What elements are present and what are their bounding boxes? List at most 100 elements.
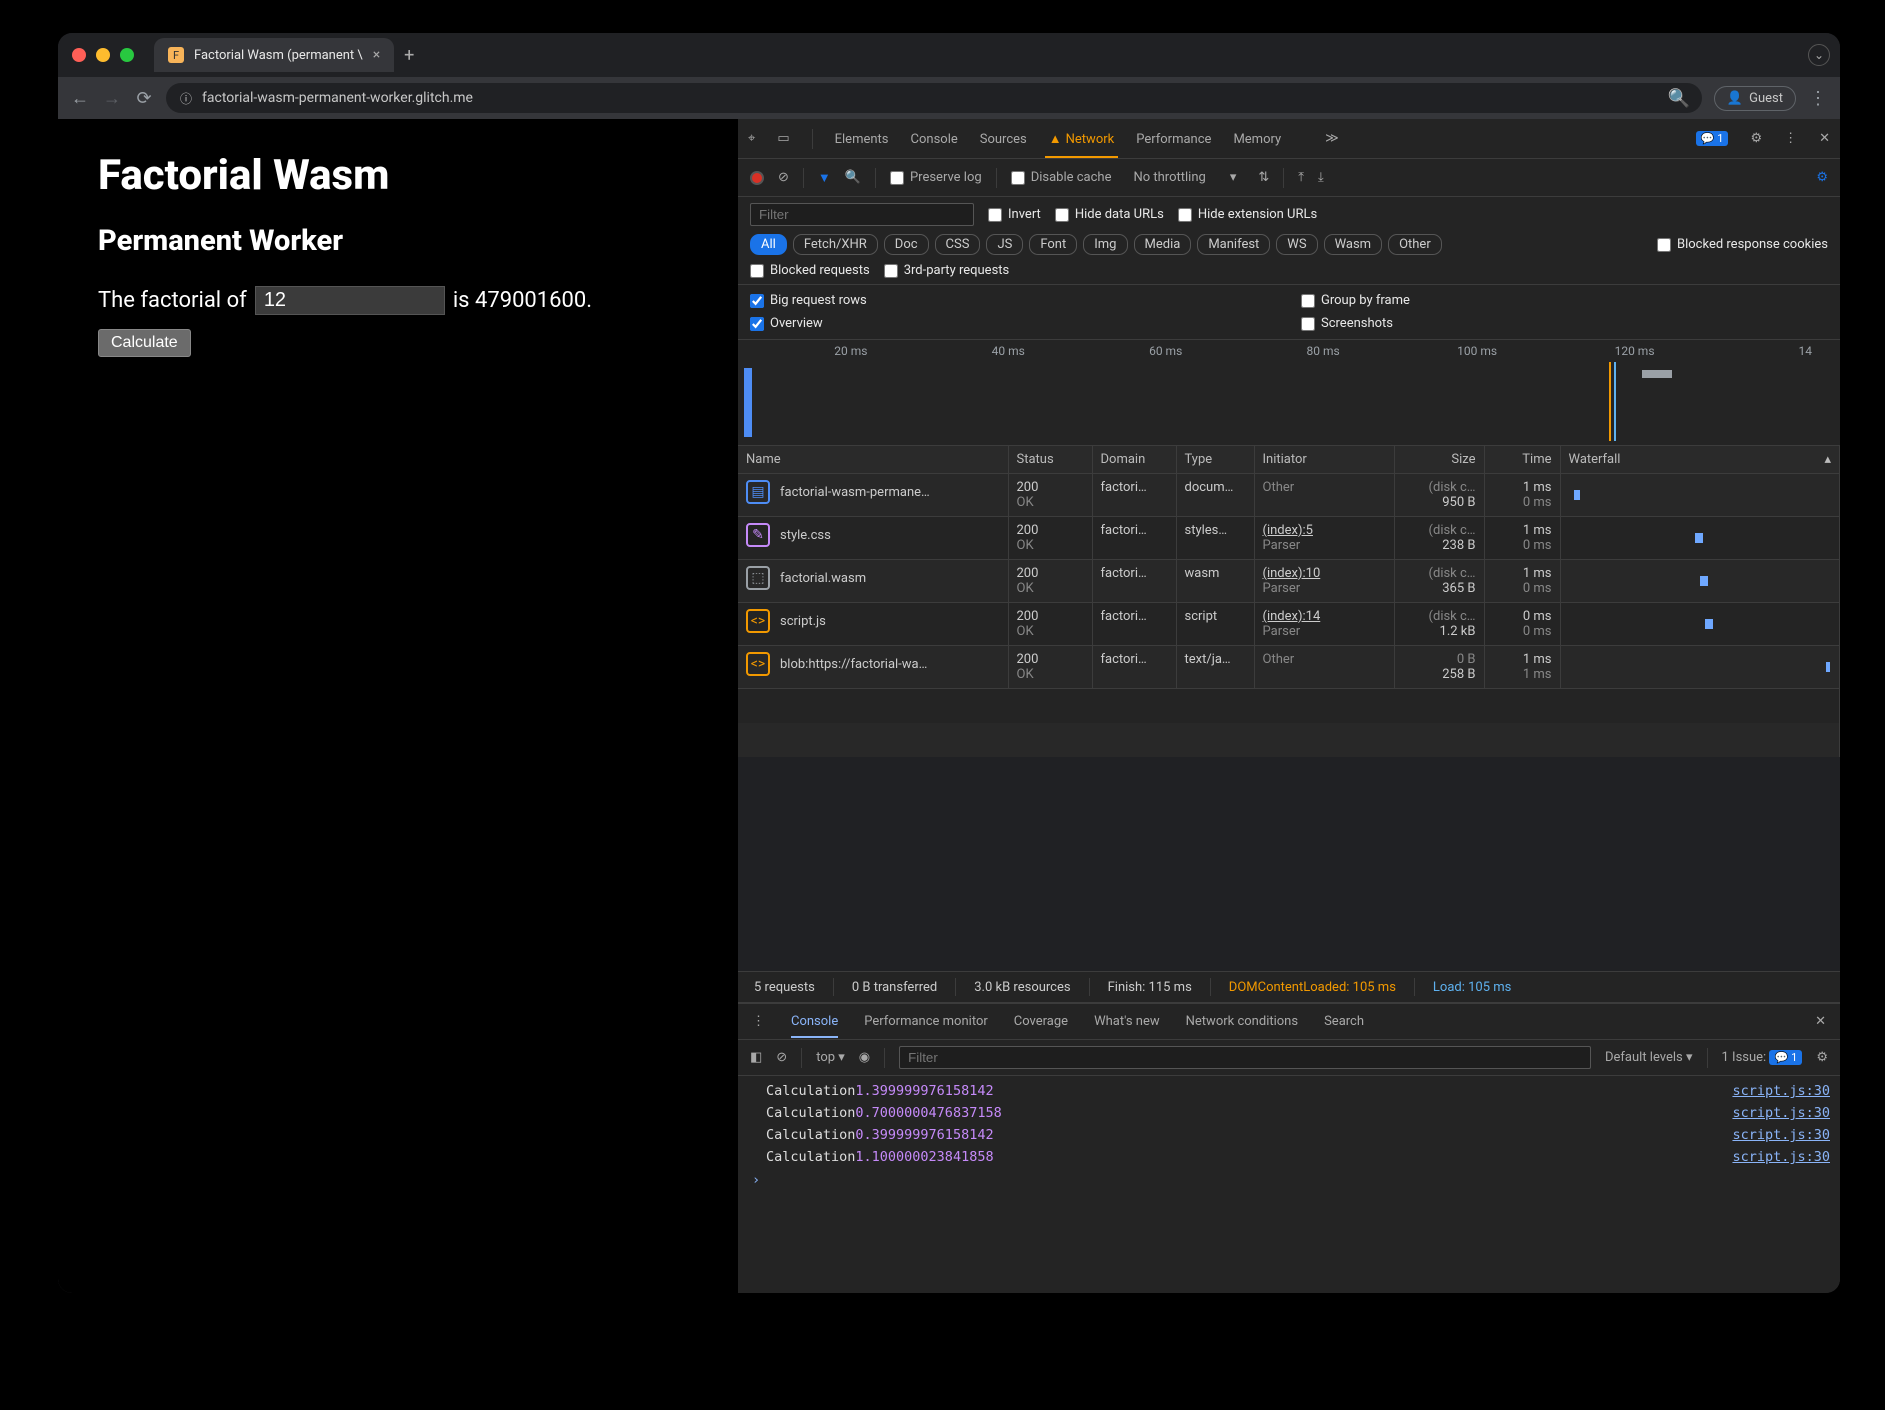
preserve-log-checkbox[interactable]: Preserve log <box>890 170 982 185</box>
column-header-type[interactable]: Type <box>1176 446 1254 474</box>
request-row[interactable]: ✎style.css200OKfactori…styles…(index):5P… <box>738 517 1840 560</box>
context-select[interactable]: top ▾ <box>816 1050 845 1065</box>
filter-pill-doc[interactable]: Doc <box>884 234 929 255</box>
console-filter-input[interactable] <box>899 1046 1591 1069</box>
zoom-icon[interactable]: 🔍 <box>1668 88 1688 109</box>
calculate-button[interactable]: Calculate <box>98 329 191 357</box>
browser-menu-button[interactable]: ⋮ <box>1808 88 1828 109</box>
column-header-time[interactable]: Time <box>1484 446 1560 474</box>
drawer-tab-performance-monitor[interactable]: Performance monitor <box>864 1014 988 1029</box>
clear-button[interactable]: ⊘ <box>778 170 789 185</box>
maximize-window-button[interactable] <box>120 48 134 62</box>
filter-pill-css[interactable]: CSS <box>935 234 981 255</box>
log-levels-select[interactable]: Default levels ▾ <box>1605 1050 1693 1065</box>
more-tabs-button[interactable]: ≫ <box>1325 131 1339 146</box>
log-source-link[interactable]: script.js:30 <box>1732 1127 1830 1143</box>
filter-toggle-icon[interactable]: ▼ <box>818 170 831 186</box>
reload-button[interactable]: ⟳ <box>134 88 154 109</box>
devtools-tab-sources[interactable]: Sources <box>980 132 1027 147</box>
log-source-link[interactable]: script.js:30 <box>1732 1149 1830 1165</box>
console-settings-icon[interactable]: ⚙ <box>1816 1050 1828 1065</box>
devtools-tab-console[interactable]: Console <box>911 132 958 147</box>
console-output[interactable]: Calculation 1.399999976158142script.js:3… <box>738 1076 1840 1293</box>
log-source-link[interactable]: script.js:30 <box>1732 1105 1830 1121</box>
request-row[interactable]: ▤factorial-wasm-permane…200OKfactori…doc… <box>738 474 1840 517</box>
clear-console-icon[interactable]: ⊘ <box>776 1050 787 1065</box>
screenshots-checkbox[interactable]: Screenshots <box>1301 316 1828 331</box>
throttle-select[interactable]: No throttling ▾ <box>1125 168 1244 187</box>
initiator-link[interactable]: (index):5 <box>1263 523 1313 538</box>
drawer-tab-what-s-new[interactable]: What's new <box>1094 1014 1160 1029</box>
third-party-checkbox[interactable]: 3rd-party requests <box>884 263 1010 278</box>
group-by-frame-checkbox[interactable]: Group by frame <box>1301 293 1828 308</box>
close-window-button[interactable] <box>72 48 86 62</box>
export-har-icon[interactable]: ⤓ <box>1318 170 1324 185</box>
window-menu-button[interactable]: ⌄ <box>1808 44 1830 66</box>
device-toggle-icon[interactable]: ▭ <box>777 131 789 146</box>
column-header-name[interactable]: Name <box>738 446 1008 474</box>
column-header-initiator[interactable]: Initiator <box>1254 446 1394 474</box>
devtools-tab-performance[interactable]: Performance <box>1136 132 1211 147</box>
big-rows-checkbox[interactable]: Big request rows <box>750 293 1277 308</box>
inspect-icon[interactable]: ⌖ <box>748 131 755 146</box>
console-sidebar-toggle-icon[interactable]: ◧ <box>750 1050 762 1065</box>
filter-pill-fetchxhr[interactable]: Fetch/XHR <box>793 234 878 255</box>
drawer-menu-button[interactable]: ⋮ <box>752 1014 765 1029</box>
filter-pill-js[interactable]: JS <box>986 234 1023 255</box>
profile-button[interactable]: 👤 Guest <box>1714 86 1796 111</box>
back-button[interactable]: ← <box>70 88 90 109</box>
close-tab-button[interactable]: × <box>373 47 380 63</box>
hide-extension-urls-checkbox[interactable]: Hide extension URLs <box>1178 207 1317 222</box>
filter-pill-wasm[interactable]: Wasm <box>1324 234 1383 255</box>
address-bar[interactable]: ⓘ factorial-wasm-permanent-worker.glitch… <box>166 83 1702 113</box>
devtools-tab-memory[interactable]: Memory <box>1233 132 1281 147</box>
filter-pill-img[interactable]: Img <box>1083 234 1127 255</box>
close-devtools-button[interactable]: ✕ <box>1819 131 1830 146</box>
filter-pill-other[interactable]: Other <box>1388 234 1442 255</box>
network-timeline[interactable]: 20 ms40 ms60 ms80 ms100 ms120 ms14 <box>738 340 1840 446</box>
drawer-tab-coverage[interactable]: Coverage <box>1014 1014 1068 1029</box>
drawer-tab-search[interactable]: Search <box>1324 1014 1364 1029</box>
minimize-window-button[interactable] <box>96 48 110 62</box>
overview-checkbox[interactable]: Overview <box>750 316 1277 331</box>
filter-input[interactable] <box>750 203 974 226</box>
initiator-link[interactable]: (index):14 <box>1263 609 1321 624</box>
disable-cache-checkbox[interactable]: Disable cache <box>1011 170 1112 185</box>
request-row[interactable]: <>script.js200OKfactori…script(index):14… <box>738 603 1840 646</box>
invert-checkbox[interactable]: Invert <box>988 207 1041 222</box>
settings-icon[interactable]: ⚙ <box>1750 131 1762 146</box>
filter-pill-all[interactable]: All <box>750 234 787 255</box>
network-settings-icon[interactable]: ⚙ <box>1816 170 1828 185</box>
import-har-icon[interactable]: ⤒ <box>1298 170 1304 185</box>
column-header-domain[interactable]: Domain <box>1092 446 1176 474</box>
browser-tab[interactable]: F Factorial Wasm (permanent \ × <box>154 38 394 72</box>
blocked-requests-checkbox[interactable]: Blocked requests <box>750 263 870 278</box>
close-drawer-button[interactable]: ✕ <box>1815 1014 1826 1029</box>
filter-pill-ws[interactable]: WS <box>1276 234 1317 255</box>
column-header-waterfall[interactable]: Waterfall ▴ <box>1560 446 1840 474</box>
record-button[interactable] <box>750 171 764 185</box>
blocked-cookies-checkbox[interactable]: Blocked response cookies <box>1657 237 1828 252</box>
column-header-size[interactable]: Size <box>1394 446 1484 474</box>
filter-pill-manifest[interactable]: Manifest <box>1197 234 1270 255</box>
console-prompt[interactable]: › <box>752 1168 1840 1188</box>
filter-pill-media[interactable]: Media <box>1134 234 1192 255</box>
hide-data-urls-checkbox[interactable]: Hide data URLs <box>1055 207 1164 222</box>
devtools-tab-network[interactable]: ▲Network <box>1049 132 1114 147</box>
forward-button[interactable]: → <box>102 88 122 109</box>
issues-summary[interactable]: 1 Issue: 💬 1 <box>1722 1050 1803 1065</box>
new-tab-button[interactable]: + <box>394 45 424 66</box>
live-expression-icon[interactable]: ◉ <box>859 1050 870 1065</box>
devtools-tab-elements[interactable]: Elements <box>835 132 889 147</box>
log-source-link[interactable]: script.js:30 <box>1732 1083 1830 1099</box>
search-icon[interactable]: 🔍 <box>845 170 861 185</box>
drawer-tab-network-conditions[interactable]: Network conditions <box>1186 1014 1298 1029</box>
issues-button[interactable]: 💬 1 <box>1696 131 1729 146</box>
filter-pill-font[interactable]: Font <box>1029 234 1077 255</box>
request-row[interactable]: ⬚factorial.wasm200OKfactori…wasm(index):… <box>738 560 1840 603</box>
site-info-icon[interactable]: ⓘ <box>180 90 192 107</box>
initiator-link[interactable]: (index):10 <box>1263 566 1321 581</box>
factorial-input[interactable] <box>255 286 445 315</box>
drawer-tab-console[interactable]: Console <box>791 1014 838 1029</box>
request-row[interactable]: <>blob:https://factorial-wa…200OKfactori… <box>738 646 1840 689</box>
